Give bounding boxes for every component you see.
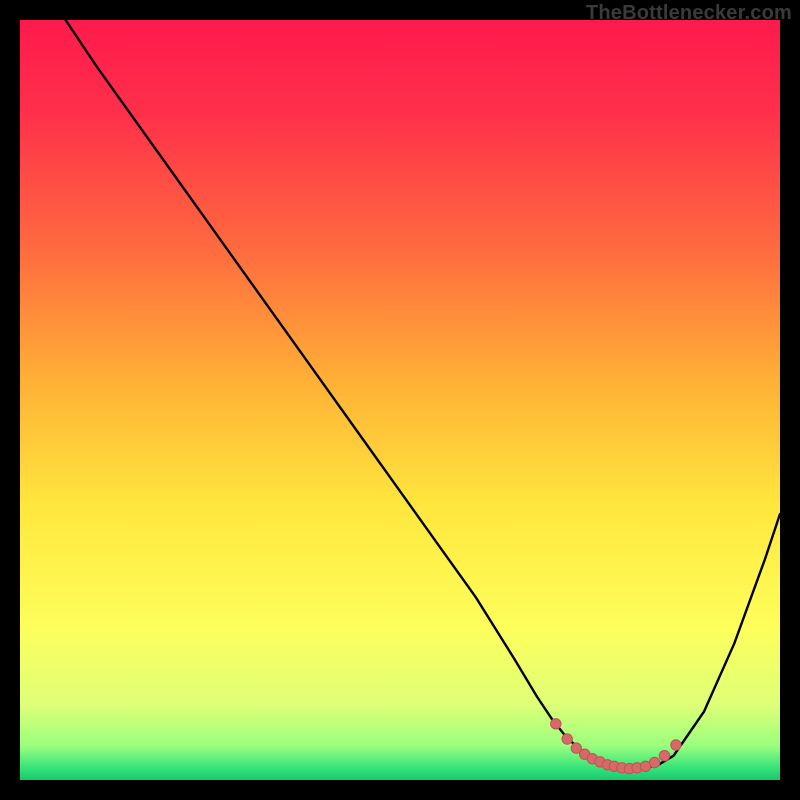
marker-dot — [562, 734, 572, 744]
marker-dot — [551, 719, 561, 729]
bottleneck-chart — [20, 20, 780, 780]
marker-dot — [649, 757, 659, 767]
gradient-background — [20, 20, 780, 780]
marker-dot — [671, 740, 681, 750]
chart-frame — [20, 20, 780, 780]
marker-dot — [659, 751, 669, 761]
